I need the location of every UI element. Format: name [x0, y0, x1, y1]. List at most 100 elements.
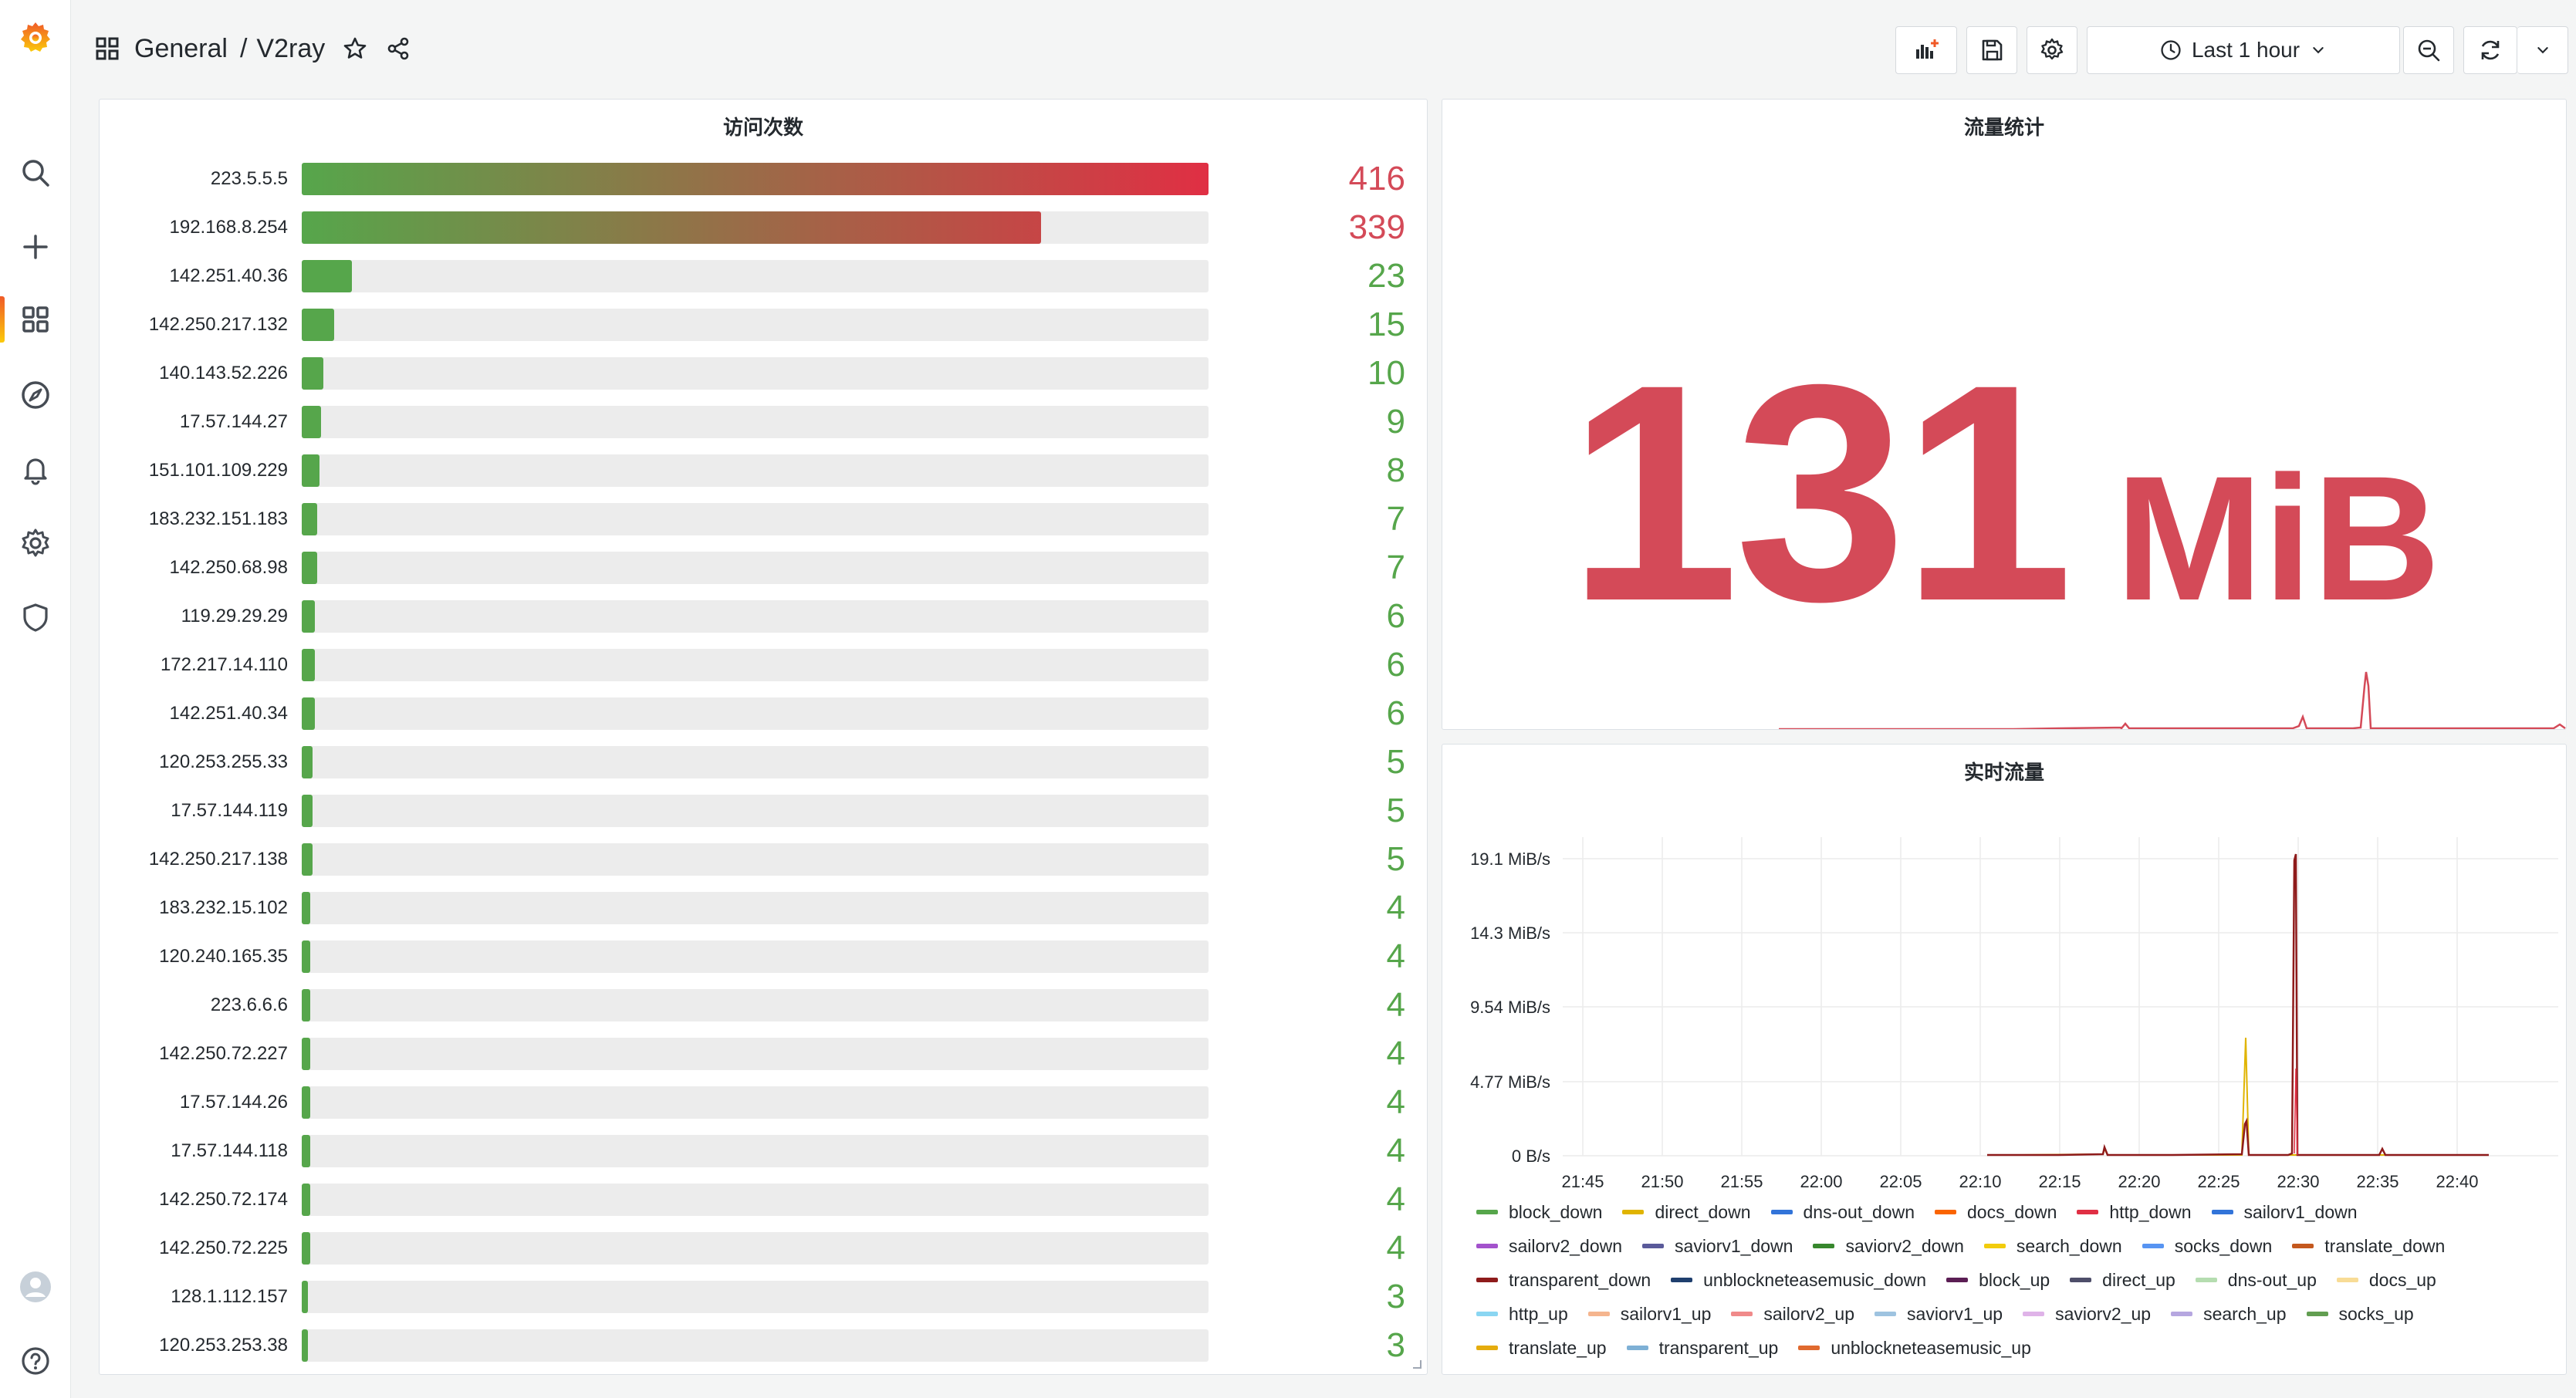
bar-gauge-fill: [302, 697, 315, 730]
bar-gauge-label: 223.5.5.5: [210, 168, 288, 189]
explore-compass-icon[interactable]: [0, 367, 71, 423]
save-dashboard-button[interactable]: [1966, 26, 2017, 74]
legend-item[interactable]: docs_down: [1935, 1200, 2057, 1224]
legend-item[interactable]: socks_up: [2306, 1302, 2414, 1326]
legend-color-swatch: [2336, 1278, 2358, 1282]
legend-item[interactable]: unblockneteasemusic_down: [1671, 1268, 1926, 1292]
x-axis-tick: 22:15: [2038, 1172, 2081, 1191]
server-admin-shield-icon[interactable]: [0, 589, 71, 645]
x-axis-tick: 22:30: [2277, 1172, 2320, 1191]
legend-item[interactable]: saviorv1_up: [1875, 1302, 2003, 1326]
legend-color-swatch: [1731, 1312, 1753, 1316]
zoom-out-button[interactable]: [2403, 26, 2454, 74]
bar-gauge-value: 5: [1386, 743, 1405, 781]
bar-gauge-track: [302, 892, 1209, 924]
legend-item[interactable]: dns-out_up: [2195, 1268, 2317, 1292]
legend-item[interactable]: saviorv1_down: [1642, 1234, 1793, 1258]
bar-gauge-label: 17.57.144.118: [171, 1140, 288, 1161]
legend-item[interactable]: sailorv1_up: [1587, 1302, 1711, 1326]
bar-gauge-label: 142.250.217.138: [148, 849, 288, 870]
legend-item[interactable]: http_down: [2077, 1200, 2192, 1224]
legend-item[interactable]: saviorv2_down: [1813, 1234, 1964, 1258]
grafana-logo[interactable]: [0, 9, 71, 65]
refresh-button[interactable]: [2463, 26, 2517, 74]
bar-gauge-track: [302, 843, 1209, 876]
bar-gauge-row: 140.143.52.226 10: [100, 354, 1427, 392]
legend-item[interactable]: translate_up: [1476, 1336, 1607, 1360]
bar-gauge-row: 172.217.14.110 6: [100, 646, 1427, 684]
bar-gauge-value: 4: [1386, 1035, 1405, 1072]
legend-item[interactable]: block_up: [1946, 1268, 2050, 1292]
legend-item[interactable]: dns-out_down: [1770, 1200, 1915, 1224]
dashboard-navbar: General / V2ray Last 1 hour: [71, 0, 2576, 96]
legend-item[interactable]: sailorv2_up: [1731, 1302, 1854, 1326]
legend-item[interactable]: docs_up: [2336, 1268, 2436, 1292]
panel-title[interactable]: 流量统计: [1442, 112, 2566, 140]
resize-handle-icon[interactable]: [1411, 1359, 1422, 1369]
bar-gauge-fill: [302, 552, 317, 584]
configuration-gear-icon[interactable]: [0, 515, 71, 571]
legend-item[interactable]: translate_down: [2292, 1234, 2445, 1258]
bar-gauge-track: [302, 1329, 1209, 1362]
legend-item[interactable]: http_up: [1476, 1302, 1568, 1326]
bar-gauge-fill: [302, 1232, 310, 1265]
legend-item[interactable]: direct_down: [1622, 1200, 1751, 1224]
bar-gauge-value: 4: [1386, 1229, 1405, 1267]
bar-gauge-fill: [302, 163, 1209, 195]
y-axis-tick: 19.1 MiB/s: [1470, 849, 1550, 869]
legend-item[interactable]: search_down: [1983, 1234, 2122, 1258]
bar-gauge-row: 120.253.255.33 5: [100, 743, 1427, 781]
bar-gauge-value: 4: [1386, 1180, 1405, 1218]
legend-label: search_down: [2016, 1235, 2122, 1256]
bar-gauge-label: 142.250.72.225: [159, 1238, 288, 1258]
refresh-interval-dropdown[interactable]: [2517, 26, 2568, 74]
legend-label: transparent_up: [1658, 1337, 1779, 1358]
star-icon[interactable]: [342, 35, 368, 62]
legend-color-swatch: [1642, 1244, 1665, 1248]
legend-label: dns-out_up: [2227, 1269, 2317, 1290]
breadcrumb-folder[interactable]: General: [134, 34, 228, 64]
bar-gauge-label: 120.253.255.33: [159, 751, 288, 772]
legend-label: direct_up: [2102, 1269, 2175, 1290]
legend-item[interactable]: socks_down: [2142, 1234, 2272, 1258]
bar-gauge-value: 339: [1348, 208, 1405, 246]
alerting-bell-icon[interactable]: [0, 441, 71, 497]
bar-gauge-track: [302, 211, 1209, 244]
dashboard-settings-button[interactable]: [2027, 26, 2077, 74]
time-range-picker[interactable]: Last 1 hour: [2087, 26, 2400, 74]
bar-gauge-fill: [302, 1329, 308, 1362]
share-icon[interactable]: [385, 35, 411, 62]
create-plus-icon[interactable]: [0, 219, 71, 275]
panel-title[interactable]: 实时流量: [1442, 757, 2566, 785]
legend-item[interactable]: transparent_down: [1476, 1268, 1651, 1292]
legend-item[interactable]: sailorv2_down: [1476, 1234, 1622, 1258]
legend-item[interactable]: block_down: [1476, 1200, 1602, 1224]
legend-label: translate_up: [1509, 1337, 1607, 1358]
bar-gauge-track: [302, 1086, 1209, 1119]
legend-color-swatch: [1626, 1346, 1648, 1350]
legend-item[interactable]: transparent_up: [1626, 1336, 1779, 1360]
zoom-out-icon: [2418, 39, 2440, 62]
timeseries-plot[interactable]: [1563, 837, 2558, 1170]
dashboards-icon[interactable]: [0, 292, 71, 347]
bar-gauge-label: 151.101.109.229: [148, 460, 288, 481]
legend-item[interactable]: unblockneteasemusic_up: [1798, 1336, 2031, 1360]
search-icon[interactable]: [0, 145, 71, 201]
user-avatar-icon[interactable]: [0, 1259, 71, 1315]
legend-item[interactable]: saviorv2_up: [2023, 1302, 2151, 1326]
legend-label: saviorv2_up: [2055, 1303, 2152, 1324]
bar-gauge-row: 223.5.5.5 416: [100, 160, 1427, 198]
legend-color-swatch: [1946, 1278, 1969, 1282]
add-panel-button[interactable]: [1895, 26, 1957, 74]
legend-item[interactable]: search_up: [2171, 1302, 2287, 1326]
legend-label: http_down: [2109, 1201, 2192, 1222]
breadcrumb-dashboard-title[interactable]: V2ray: [256, 34, 325, 64]
help-icon[interactable]: [0, 1333, 71, 1389]
legend-item[interactable]: direct_up: [2070, 1268, 2175, 1292]
legend-label: direct_down: [1655, 1201, 1751, 1222]
bar-gauge-row: 142.251.40.34 6: [100, 694, 1427, 732]
legend-item[interactable]: sailorv1_down: [2211, 1200, 2358, 1224]
panel-title[interactable]: 访问次数: [100, 112, 1427, 140]
bar-gauge-row: 142.250.72.225 4: [100, 1229, 1427, 1267]
bar-gauge-row: 142.250.217.132 15: [100, 306, 1427, 343]
